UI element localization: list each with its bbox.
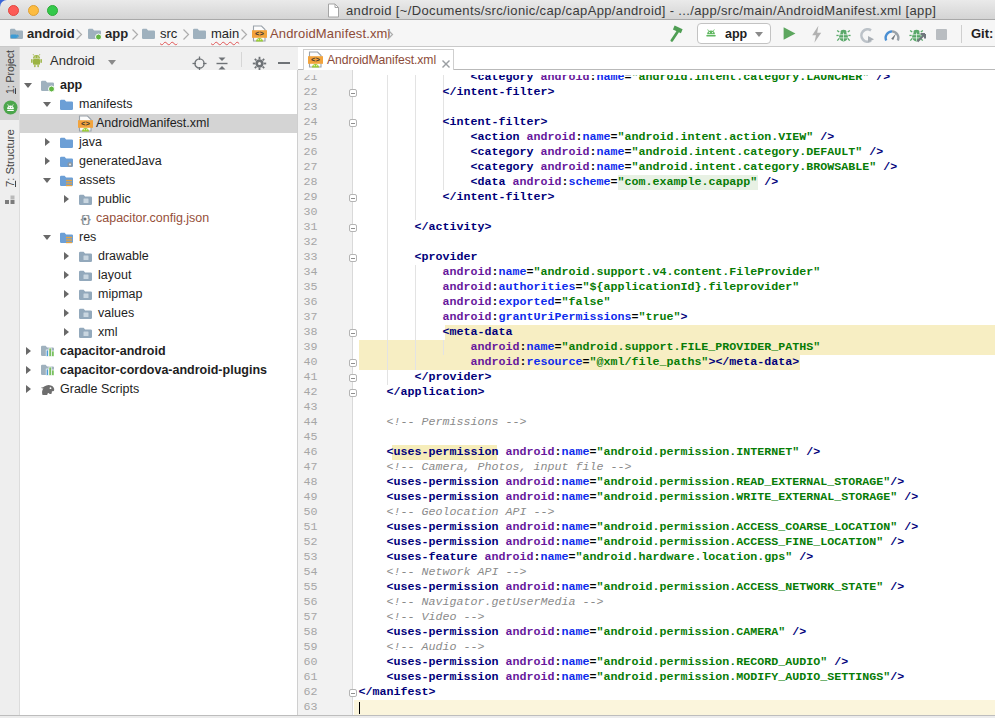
svg-text:<>: <> [81,120,91,128]
svg-text:<>: <> [255,30,265,38]
svg-text:<>: <> [311,56,321,64]
